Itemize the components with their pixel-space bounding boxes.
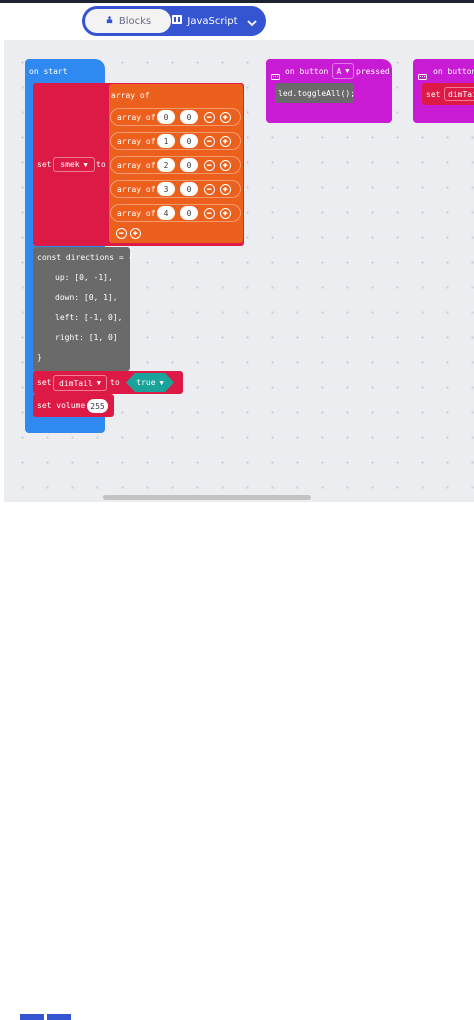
on-button-label: on button (285, 67, 329, 76)
array-row[interactable]: array of 0 0 (110, 108, 241, 126)
y-value[interactable]: 0 (180, 206, 198, 220)
top-toolbar: Blocks JavaScript (0, 0, 474, 40)
row-label: array of (117, 185, 156, 194)
on-button-a-block[interactable]: on button A ▼ pressed led.toggleAll(); (266, 59, 392, 123)
code-line: up: [0, -1], (55, 273, 113, 282)
blocks-workspace[interactable]: on start set smek ▼ to array of array of… (4, 40, 474, 502)
dropdown-arrow-icon: ▼ (83, 160, 88, 169)
set-label: set (37, 378, 52, 387)
window-edge (0, 0, 474, 3)
variable-dropdown[interactable]: smek ▼ (53, 157, 95, 172)
on-start-label: on start (29, 67, 68, 76)
code-line: const directions = { (37, 253, 134, 262)
bottom-button[interactable] (47, 1014, 71, 1020)
language-dropdown[interactable] (240, 9, 264, 33)
variable-dropdown[interactable]: dimTail ▼ (53, 375, 107, 391)
variable-dropdown[interactable]: dimTai (444, 87, 474, 101)
volume-value[interactable]: 255 (87, 399, 108, 413)
array-of-label: array of (111, 91, 150, 100)
bottom-button[interactable] (20, 1014, 44, 1020)
event-label: pressed (356, 67, 390, 76)
bottom-bar (0, 502, 474, 1020)
x-value[interactable]: 1 (157, 134, 175, 148)
variable-name: smek (60, 160, 80, 169)
javascript-tab-label: JavaScript (187, 15, 238, 27)
code-block[interactable]: const directions = { up: [0, -1], down: … (33, 247, 134, 371)
on-button-label: on button (433, 67, 474, 76)
code-line: down: [0, 1], (55, 293, 118, 302)
button-dropdown[interactable]: A ▼ (332, 63, 354, 79)
button-name: A (336, 66, 342, 76)
set-volume-label: set volume (37, 401, 86, 410)
set-dimtail-block[interactable]: set dimTail ▼ to true ▼ (33, 371, 183, 394)
variable-name: dimTai (448, 89, 474, 99)
blocks-tab[interactable]: Blocks (85, 9, 171, 33)
blocks-tab-label: Blocks (118, 15, 152, 27)
boolean-dropdown[interactable]: true ▼ (126, 373, 174, 392)
remove-icon[interactable] (204, 159, 215, 171)
boolean-value: true (136, 378, 156, 387)
chevron-down-icon (247, 12, 257, 31)
y-value[interactable]: 0 (180, 158, 198, 172)
add-icon[interactable] (220, 135, 231, 147)
row-label: array of (117, 137, 156, 146)
array-row[interactable]: array of 2 0 (110, 156, 241, 174)
blocks-icon (105, 15, 114, 27)
to-label: to (110, 378, 120, 387)
y-value[interactable]: 0 (180, 182, 198, 196)
remove-icon[interactable] (204, 207, 215, 219)
dropdown-arrow-icon: ▼ (159, 378, 164, 387)
dropdown-arrow-icon: ▼ (345, 67, 350, 75)
set-volume-block[interactable]: set volume 255 (33, 394, 114, 417)
y-value[interactable]: 0 (180, 134, 198, 148)
row-label: array of (117, 209, 156, 218)
array-row[interactable]: array of 1 0 (110, 132, 241, 150)
add-icon[interactable] (220, 111, 231, 123)
code-line: left: [-1, 0], (55, 313, 123, 322)
set-label: set (426, 90, 441, 99)
set-dimtail-block[interactable]: set dimTai (422, 83, 474, 105)
variable-name: dimTail (59, 378, 93, 388)
javascript-icon (172, 15, 183, 27)
x-value[interactable]: 4 (157, 206, 175, 220)
add-icon[interactable] (130, 228, 141, 239)
remove-icon[interactable] (116, 228, 127, 239)
row-label: array of (117, 161, 156, 170)
remove-icon[interactable] (204, 183, 215, 195)
remove-icon[interactable] (204, 135, 215, 147)
set-label: set (37, 160, 52, 169)
dropdown-arrow-icon: ▼ (96, 379, 101, 387)
add-icon[interactable] (220, 207, 231, 219)
x-value[interactable]: 2 (157, 158, 175, 172)
javascript-tab[interactable]: JavaScript (172, 9, 238, 33)
code-line: led.toggleAll(); (278, 89, 356, 98)
array-row[interactable]: array of 4 0 (110, 204, 241, 222)
horizontal-scrollbar[interactable] (103, 495, 311, 500)
remove-icon[interactable] (204, 111, 215, 123)
row-label: array of (117, 113, 156, 122)
add-icon[interactable] (220, 159, 231, 171)
y-value[interactable]: 0 (180, 110, 198, 124)
array-row[interactable]: array of 3 0 (110, 180, 241, 198)
array-of-block[interactable]: array of array of 0 0 array of 1 0 array… (109, 84, 243, 243)
x-value[interactable]: 3 (157, 182, 175, 196)
add-icon[interactable] (220, 183, 231, 195)
code-line: } (37, 353, 42, 362)
editor-toggle: Blocks JavaScript (82, 6, 266, 36)
code-line: right: [1, 0] (55, 333, 118, 342)
code-block[interactable]: led.toggleAll(); (275, 83, 356, 103)
on-button-b-block[interactable]: on button set dimTai (413, 59, 474, 123)
x-value[interactable]: 0 (157, 110, 175, 124)
to-label: to (96, 160, 106, 169)
